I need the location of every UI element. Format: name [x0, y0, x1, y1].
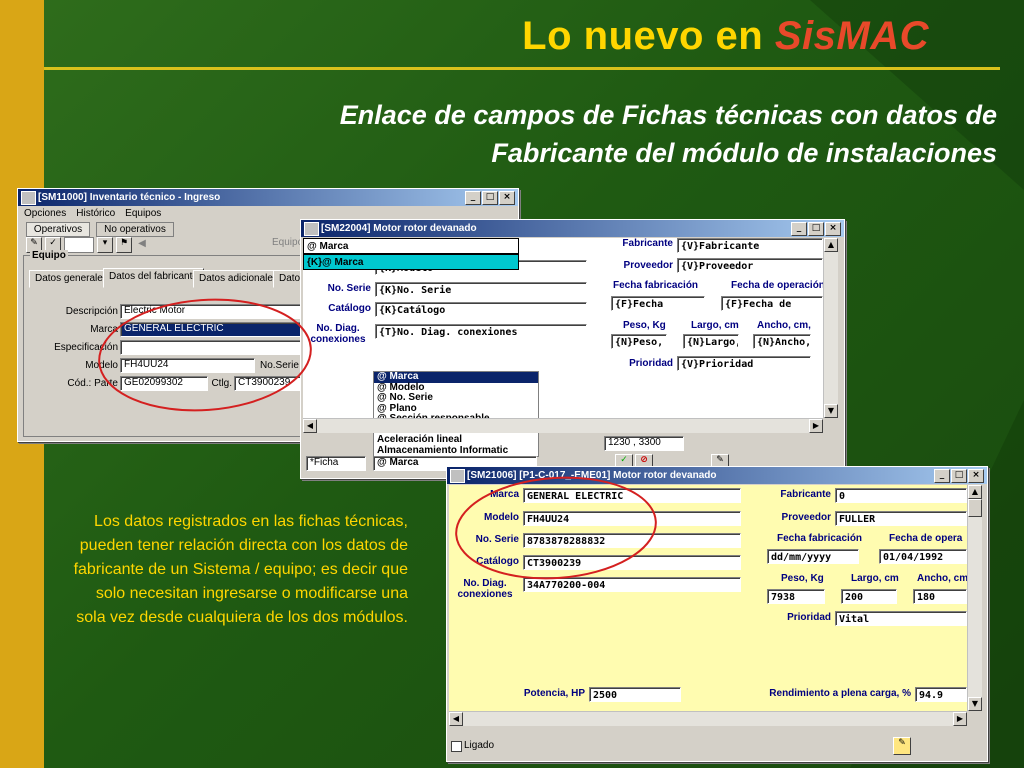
annotation-layer: [98, 298, 657, 580]
annotation-circle-win1: [98, 298, 312, 412]
slide: Lo nuevo en SisMAC Enlace de campos de F…: [0, 0, 1024, 768]
annotation-circle-win3: [455, 476, 657, 580]
